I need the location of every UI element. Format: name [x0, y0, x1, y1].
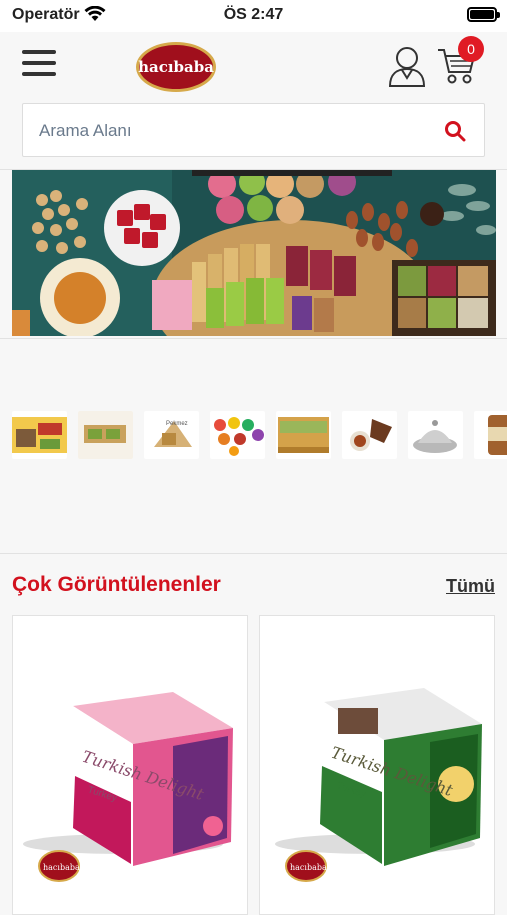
- product-logo-text: hacıbaba: [43, 863, 80, 872]
- category-thumb[interactable]: [78, 411, 133, 459]
- product-image: Turkish Delight Turkey hacıbaba: [23, 692, 233, 882]
- product-card[interactable]: Turkish Delight Turkey hacıbaba: [259, 615, 495, 915]
- category-carousel: Pekmez: [12, 411, 507, 463]
- hamburger-menu-icon[interactable]: [22, 50, 56, 80]
- search-bar: [22, 103, 485, 157]
- product-logo-text: hacıbaba: [290, 863, 327, 872]
- product-card[interactable]: Turkish Delight Turkey hacıbaba: [12, 615, 248, 915]
- divider: [0, 338, 507, 339]
- search-input[interactable]: [39, 117, 419, 145]
- user-icon[interactable]: [388, 44, 426, 88]
- clock: ÖS 2:47: [223, 6, 284, 23]
- category-thumb[interactable]: [342, 411, 397, 459]
- category-thumb[interactable]: [276, 411, 331, 459]
- search-icon[interactable]: [444, 120, 466, 142]
- category-thumb[interactable]: [408, 411, 463, 459]
- app-header: hacıbaba 0: [0, 32, 507, 102]
- category-thumb[interactable]: [474, 411, 507, 459]
- logo-text: hacıbaba: [138, 58, 214, 76]
- status-bar: Operatör ÖS 2:47: [0, 0, 507, 32]
- banner-image: [12, 170, 496, 336]
- category-thumb[interactable]: [210, 411, 265, 459]
- product-image: Turkish Delight Turkey hacıbaba: [275, 688, 482, 882]
- battery-icon: [467, 7, 500, 22]
- cart-count-badge[interactable]: 0: [458, 36, 484, 62]
- see-all-link[interactable]: Tümü: [446, 576, 495, 597]
- svg-text:Pekmez: Pekmez: [166, 421, 188, 427]
- divider: [0, 553, 507, 554]
- category-thumb[interactable]: [12, 411, 67, 459]
- promo-banner[interactable]: [12, 170, 496, 336]
- section-title: Çok Görüntülenenler: [12, 573, 221, 596]
- category-thumb[interactable]: Pekmez: [144, 411, 199, 459]
- brand-logo[interactable]: hacıbaba: [136, 42, 216, 92]
